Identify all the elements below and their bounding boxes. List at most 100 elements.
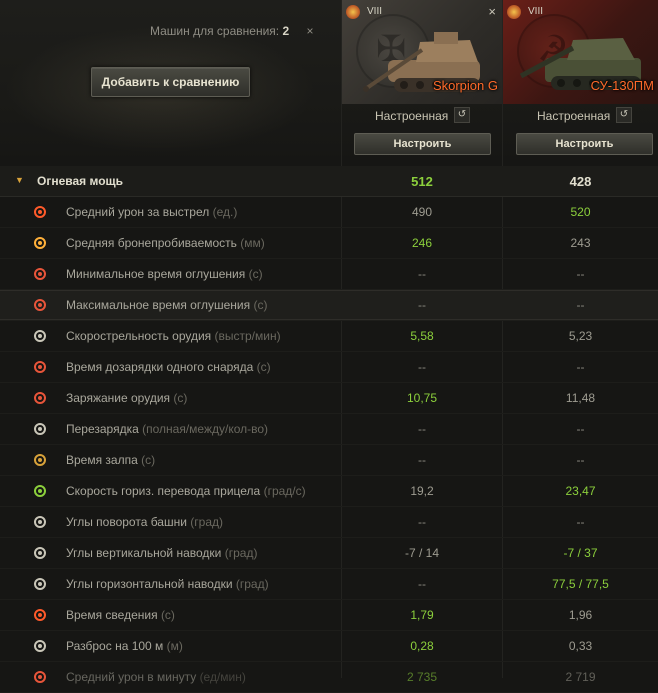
vehicle-tier: VIII: [528, 6, 544, 17]
row-label-text: Средний урон в минуту: [66, 670, 197, 684]
row-label-text: Углы поворота башни: [66, 515, 187, 529]
row-unit: (полная/между/кол-во): [142, 422, 269, 436]
aim-time-icon: [32, 607, 48, 623]
traverse-speed-icon: [32, 483, 48, 499]
section-value-2: 428: [569, 174, 592, 189]
row-value-2: 243: [570, 236, 591, 250]
row-label-text: Минимальное время оглушения: [66, 267, 246, 281]
row-value-2: --: [576, 515, 585, 529]
table-row: Заряжание орудия (с) 10,75 11,48: [0, 383, 658, 414]
row-value-1: 490: [411, 205, 433, 219]
section-firepower[interactable]: ▼ Огневая мощь 512 428: [0, 166, 658, 197]
vehicle-name: Skorpion G: [432, 78, 498, 93]
damage-per-minute-icon: [32, 669, 48, 685]
row-label: Время сведения (с): [66, 608, 175, 622]
rate-of-fire-icon: [32, 328, 48, 344]
vehicle-card[interactable]: ✠ VIII × Skorpion G: [342, 0, 502, 104]
stun-max-icon: [32, 297, 48, 313]
row-value-1: --: [418, 267, 426, 281]
row-label-text: Средняя бронепробиваемость: [66, 236, 237, 250]
damage-icon: [32, 204, 48, 220]
reset-config-icon[interactable]: ↺: [454, 107, 470, 123]
elevation-angles-icon: [32, 545, 48, 561]
row-unit: (с): [248, 267, 263, 281]
row-unit: (мм): [240, 236, 265, 250]
row-label-text: Углы вертикальной наводки: [66, 546, 222, 560]
row-value-1: 1,79: [410, 608, 434, 622]
row-label: Перезарядка (полная/между/кол-во): [66, 422, 268, 436]
row-label: Средний урон в минуту (ед/мин): [66, 670, 246, 684]
row-value-1: --: [418, 298, 426, 312]
row-unit: (с): [173, 391, 188, 405]
tier-medal-icon: [507, 5, 521, 19]
row-label-text: Время залпа: [66, 453, 138, 467]
row-label: Углы поворота башни (град): [66, 515, 223, 529]
add-to-comparison-button[interactable]: Добавить к сравнению: [91, 67, 250, 97]
row-label-text: Средний урон за выстрел: [66, 205, 210, 219]
row-unit: (с): [256, 360, 271, 374]
row-unit: (ед/мин): [199, 670, 246, 684]
table-row: Средняя бронепробиваемость (мм) 246 243: [0, 228, 658, 259]
table-row: Время сведения (с) 1,79 1,96: [0, 600, 658, 631]
row-unit: (с): [253, 298, 268, 312]
row-value-2: 0,33: [568, 639, 593, 653]
row-label-text: Время дозарядки одного снаряда: [66, 360, 254, 374]
clip-reload-icon: [32, 421, 48, 437]
row-value-2: 5,23: [568, 329, 593, 343]
table-row: Скорострельность орудия (выстр/мин) 5,58 5…: [0, 321, 658, 352]
row-label-text: Скорострельность орудия: [66, 329, 212, 343]
vehicle-column-1: ✠ VIII × Skorpion G Настроенная ↺ Настро…: [342, 0, 502, 166]
configure-button[interactable]: Настроить: [516, 133, 653, 155]
row-unit: (м): [166, 639, 183, 653]
remove-vehicle-icon[interactable]: ×: [488, 4, 496, 19]
row-label-text: Разброс на 100 м: [66, 639, 164, 653]
row-value-1: 2 735: [406, 670, 438, 684]
row-label: Заряжание орудия (с): [66, 391, 187, 405]
table-row: Скорость гориз. перевода прицела (град/с…: [0, 476, 658, 507]
compare-count-label: Машин для сравнения:: [150, 24, 280, 38]
row-value-2: 520: [570, 205, 591, 219]
clear-comparison-icon[interactable]: ×: [301, 22, 319, 40]
table-row: Углы вертикальной наводки (град) -7 / 14 -…: [0, 538, 658, 569]
row-label-text: Максимальное время оглушения: [66, 298, 251, 312]
reload-icon: [32, 390, 48, 406]
configure-button[interactable]: Настроить: [354, 133, 491, 155]
table-row: Перезарядка (полная/между/кол-во) -- --: [0, 414, 658, 445]
row-value-1: --: [418, 453, 426, 467]
row-value-1: 10,75: [406, 391, 438, 405]
row-value-1: -7 / 14: [404, 546, 440, 560]
section-value-1: 512: [411, 174, 433, 189]
tier-medal-icon: [346, 5, 360, 19]
vehicle-tier: VIII: [367, 6, 383, 17]
row-value-2: --: [576, 298, 585, 312]
row-label-text: Заряжание орудия: [66, 391, 171, 405]
reset-config-icon[interactable]: ↺: [616, 107, 632, 123]
table-row: Максимальное время оглушения (с) -- --: [0, 290, 658, 321]
row-label: Углы горизонтальной наводки (град): [66, 577, 269, 591]
vehicle-name: СУ-130ПМ: [590, 78, 654, 93]
row-value-1: --: [418, 360, 426, 374]
row-unit: (с): [141, 453, 156, 467]
row-value-2: -7 / 37: [563, 546, 598, 560]
row-value-2: 77,5 / 77,5: [552, 577, 609, 591]
dispersion-icon: [32, 638, 48, 654]
vehicle-card[interactable]: ☭ VIII СУ-130ПМ: [503, 0, 658, 104]
salvo-icon: [32, 452, 48, 468]
stun-min-icon: [32, 266, 48, 282]
row-label: Время залпа (с): [66, 453, 155, 467]
row-unit: (ед.): [212, 205, 238, 219]
row-unit: (град): [235, 577, 269, 591]
row-value-2: 11,48: [565, 391, 596, 405]
row-value-1: 19,2: [410, 484, 434, 498]
row-value-1: --: [418, 577, 426, 591]
table-row: Время дозарядки одного снаряда (с) -- --: [0, 352, 658, 383]
row-label-text: Перезарядка: [66, 422, 139, 436]
row-value-2: 1,96: [568, 608, 593, 622]
row-label: Средняя бронепробиваемость (мм): [66, 236, 265, 250]
comparison-table: ▼ Огневая мощь 512 428 Средний урон за в…: [0, 166, 658, 693]
turret-angles-icon: [32, 514, 48, 530]
expand-arrow-icon[interactable]: ▼: [15, 175, 24, 185]
table-row: Время залпа (с) -- --: [0, 445, 658, 476]
row-label: Минимальное время оглушения (с): [66, 267, 263, 281]
row-value-2: 2 719: [565, 670, 596, 684]
